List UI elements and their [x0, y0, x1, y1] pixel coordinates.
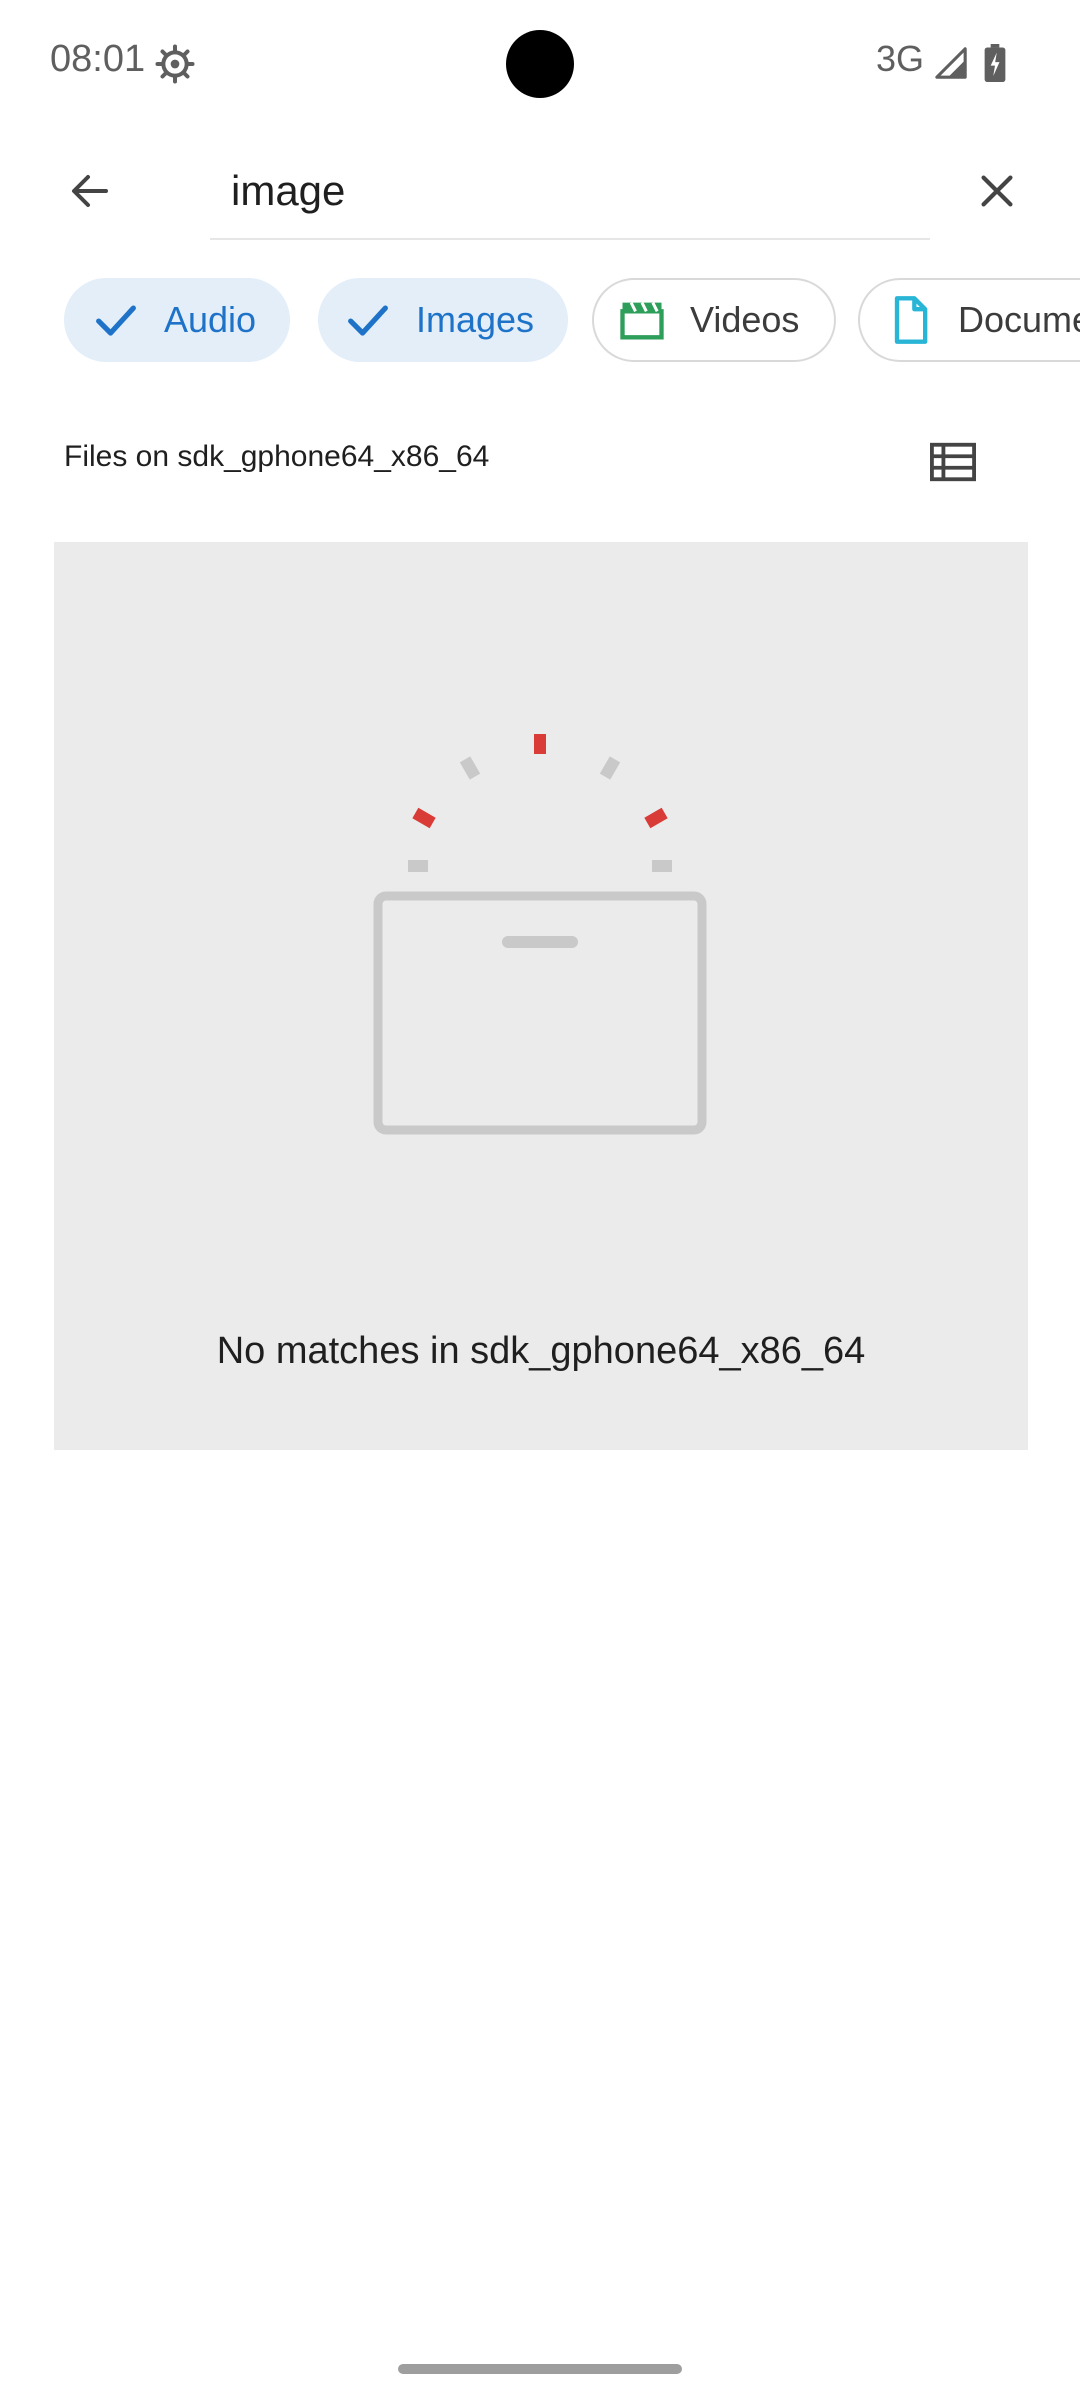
status-time: 08:01: [50, 38, 146, 80]
view-toggle-button[interactable]: [890, 400, 1016, 524]
chip-label-audio: Audio: [164, 299, 257, 340]
chip-documents[interactable]: Documents: [858, 278, 1080, 362]
clear-search-button[interactable]: [934, 132, 1060, 250]
filter-chips-row: Audio Images Videos Documents: [0, 256, 1080, 382]
network-type: 3G: [876, 38, 925, 79]
settings-gear-icon: [155, 44, 195, 84]
list-view-icon: [930, 442, 976, 482]
status-bar: 08:01 3G: [0, 0, 1080, 128]
chip-videos[interactable]: Videos: [592, 278, 836, 362]
gesture-nav-handle[interactable]: [398, 2364, 682, 2374]
battery-charging-icon: [984, 44, 1006, 82]
search-input[interactable]: [210, 144, 930, 238]
back-arrow-icon: [72, 175, 108, 207]
front-camera-cutout: [506, 30, 574, 98]
check-icon: [90, 294, 142, 346]
search-underline: [210, 238, 930, 240]
chip-images[interactable]: Images: [318, 278, 568, 362]
clapperboard-icon: [616, 294, 668, 346]
chip-label-videos: Videos: [690, 299, 800, 340]
files-location-label: Files on sdk_gphone64_x86_64: [64, 440, 490, 473]
signal-icon: [935, 47, 967, 79]
check-icon: [342, 294, 394, 346]
chip-label-images: Images: [416, 299, 535, 340]
chip-label-documents: Documents: [958, 299, 1080, 340]
document-icon: [884, 294, 936, 346]
chip-audio[interactable]: Audio: [64, 278, 290, 362]
no-matches-message: No matches in sdk_gphone64_x86_64: [216, 1330, 866, 1372]
empty-folder-icon: [373, 734, 707, 1135]
close-icon: [981, 175, 1013, 207]
back-button[interactable]: [30, 132, 150, 250]
